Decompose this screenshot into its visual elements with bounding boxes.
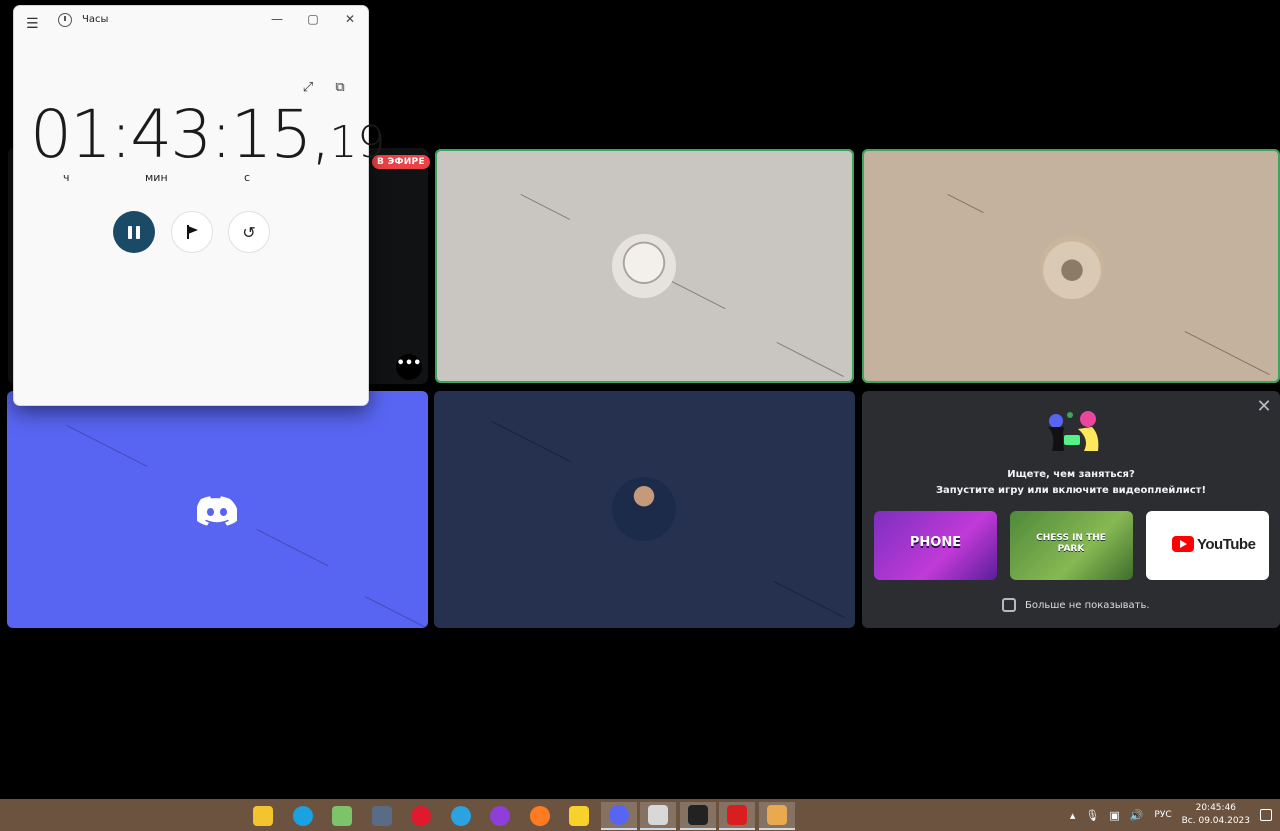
taskbar-app-opera[interactable]: [403, 802, 439, 830]
microphone-icon[interactable]: 🎙: [1085, 809, 1099, 822]
taskbar-app-notepad[interactable]: [324, 802, 360, 830]
chess-in-the-park-card[interactable]: CHESS IN THE PARK: [1010, 511, 1133, 580]
youtube-play-icon: [1172, 536, 1194, 552]
participant-tile[interactable]: [434, 391, 855, 628]
activity-mascot-icon: [1048, 411, 1099, 451]
stopwatch-time: 01:43:15,19: [30, 96, 385, 173]
taskbar-app-podcast[interactable]: [482, 802, 518, 830]
language-indicator[interactable]: РУС: [1154, 810, 1171, 820]
taskbar-app-profile-app[interactable]: [758, 802, 795, 830]
clock-taskbar-icon: [648, 805, 668, 825]
participant-tile[interactable]: [435, 149, 854, 383]
activity-title: Ищете, чем заняться?: [1007, 469, 1135, 480]
reset-icon: ↺: [242, 222, 256, 242]
stopwatch-time-main: 01:43:15,: [30, 96, 331, 173]
compact-overlay-icon[interactable]: ⧉: [332, 80, 348, 96]
chess-in-the-park-label: CHESS IN THE PARK: [1036, 533, 1106, 554]
more-options-button[interactable]: •••: [396, 354, 422, 380]
expand-icon[interactable]: ⤢: [300, 80, 316, 96]
taskbar-app-terminal[interactable]: [679, 802, 716, 830]
lap-button[interactable]: [171, 211, 213, 253]
seconds-unit-label: с: [244, 171, 251, 184]
pause-button[interactable]: [113, 211, 155, 253]
stopwatch-centiseconds: 19: [329, 117, 386, 168]
system-tray: ▴ 🎙 ▣ 🔊 РУС 20:45:46 Вс. 09.04.2023: [1065, 799, 1280, 831]
sticky-notes-icon: [569, 806, 589, 826]
taskbar-app-firefox[interactable]: [522, 802, 558, 830]
participant-avatar: [1040, 235, 1104, 299]
youtube-card[interactable]: YouTube: [1146, 511, 1269, 580]
taskbar-app-file-explorer[interactable]: [245, 802, 281, 830]
podcast-icon: [490, 806, 510, 826]
discord-taskbar-icon: [608, 805, 629, 825]
window-title: Часы: [82, 14, 109, 25]
taskbar: ▴ 🎙 ▣ 🔊 РУС 20:45:46 Вс. 09.04.2023: [0, 799, 1280, 831]
reset-button[interactable]: ↺: [228, 211, 270, 253]
activity-suggestion-panel: ✕ Ищете, чем заняться? Запустите игру ил…: [862, 391, 1280, 628]
file-explorer-icon: [253, 806, 273, 826]
participant-avatar: [612, 234, 676, 298]
minutes-unit-label: мин: [145, 171, 168, 184]
notepad-icon: [332, 806, 352, 826]
taskbar-app-pdf[interactable]: [719, 802, 755, 830]
close-icon[interactable]: ✕: [1256, 398, 1272, 416]
dont-show-label: Больше не показывать.: [1025, 599, 1150, 611]
taskbar-app-telegram[interactable]: [443, 802, 479, 830]
participant-avatar: [612, 477, 676, 541]
dont-show-checkbox[interactable]: [1002, 598, 1016, 612]
participant-tile[interactable]: [862, 149, 1280, 383]
profile-app-icon: [766, 805, 787, 825]
dont-show-again-option[interactable]: Больше не показывать.: [1002, 598, 1150, 612]
maximize-button[interactable]: ▢: [306, 12, 320, 26]
minimize-button[interactable]: —: [270, 12, 284, 26]
clock-app-icon: [58, 13, 72, 27]
chevron-up-icon[interactable]: ▴: [1070, 809, 1076, 822]
discord-logo-icon: [197, 496, 237, 526]
flag-icon: [186, 225, 198, 239]
taskbar-app-edge[interactable]: [285, 802, 321, 830]
telegram-icon: [450, 806, 471, 826]
close-window-button[interactable]: ✕: [343, 12, 357, 26]
hours-unit-label: ч: [63, 171, 70, 184]
clock-app-window: ☰ Часы — ▢ ✕ ⤢ ⧉ 01:43:15,19 ч мин с ↺: [13, 5, 385, 406]
volume-icon[interactable]: 🔊: [1130, 809, 1144, 822]
taskbar-app-calculator[interactable]: [364, 802, 400, 830]
taskbar-app-clock-taskbar[interactable]: [640, 802, 676, 830]
desktop: В ЭФИРЕ ••• ✕ Ищете, чем заняться? Запус…: [0, 0, 1280, 831]
opera-icon: [411, 806, 431, 826]
youtube-label: YouTube: [1197, 536, 1256, 553]
activity-subtitle: Запустите игру или включите видеоплейлис…: [935, 485, 1207, 496]
taskbar-date: Вс. 09.04.2023: [1181, 816, 1250, 826]
firefox-icon: [529, 806, 550, 826]
network-icon[interactable]: ▣: [1109, 809, 1119, 822]
gartic-phone-label: PHONE: [909, 535, 962, 550]
terminal-icon: [687, 805, 708, 825]
calculator-icon: [371, 806, 392, 826]
pdf-icon: [727, 805, 747, 825]
hamburger-menu-icon[interactable]: ☰: [26, 16, 39, 32]
gartic-phone-card[interactable]: PHONE: [874, 511, 997, 580]
participant-tile[interactable]: [7, 391, 428, 628]
edge-icon: [292, 806, 313, 826]
taskbar-time: 20:45:46: [1195, 803, 1237, 813]
taskbar-clock[interactable]: 20:45:46 Вс. 09.04.2023: [1182, 802, 1250, 828]
notification-icon[interactable]: [1260, 809, 1272, 821]
taskbar-app-discord-taskbar[interactable]: [600, 802, 637, 830]
taskbar-app-sticky-notes[interactable]: [561, 802, 597, 830]
